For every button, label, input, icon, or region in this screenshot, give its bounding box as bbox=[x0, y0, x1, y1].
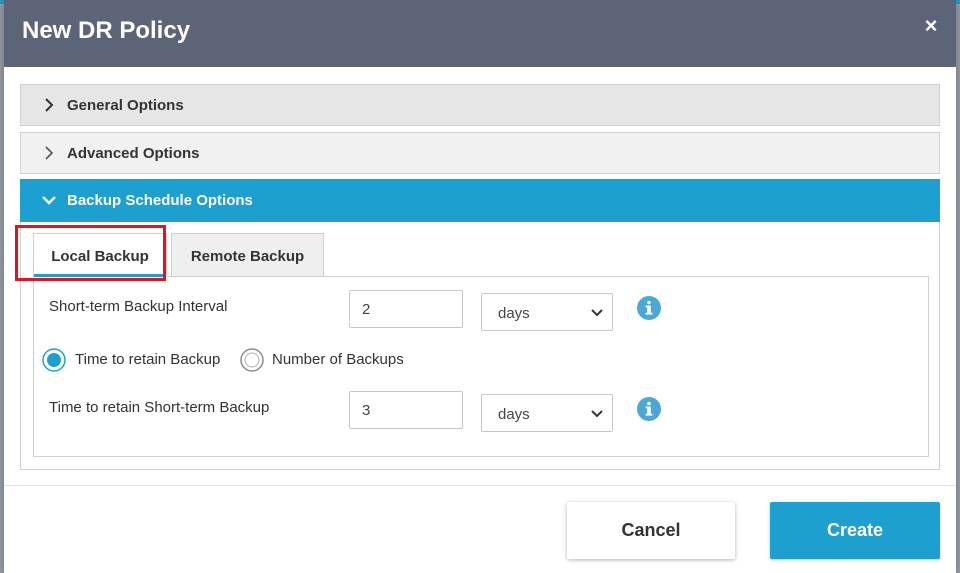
cancel-button[interactable]: Cancel bbox=[567, 502, 735, 559]
short-term-backup-interval-label: Short-term Backup Interval bbox=[49, 298, 228, 315]
panel-header-backup-schedule-options[interactable]: Backup Schedule Options bbox=[20, 179, 940, 222]
time-to-retain-unit-select[interactable]: days bbox=[481, 394, 613, 432]
time-to-retain-short-term-backup-label: Time to retain Short-term Backup bbox=[49, 399, 270, 416]
tab-local-backup[interactable]: Local Backup bbox=[33, 233, 167, 277]
chevron-right-icon bbox=[45, 98, 54, 112]
info-icon[interactable] bbox=[637, 296, 661, 320]
create-button[interactable]: Create bbox=[770, 502, 940, 559]
dialog-header: New DR Policy × bbox=[4, 0, 956, 67]
backup-schedule-panel-body: Local Backup Remote Backup Short-term Ba… bbox=[15, 222, 940, 470]
panel-header-general-options[interactable]: General Options bbox=[20, 84, 940, 126]
time-to-retain-short-term-backup-input[interactable] bbox=[349, 391, 463, 429]
panel-header-advanced-options[interactable]: Advanced Options bbox=[20, 132, 940, 174]
chevron-right-icon bbox=[45, 146, 54, 160]
active-tab-indicator bbox=[34, 274, 166, 277]
tab-remote-backup[interactable]: Remote Backup bbox=[171, 233, 324, 277]
short-term-backup-interval-input[interactable] bbox=[349, 290, 463, 328]
footer-divider bbox=[4, 485, 956, 486]
radio-label-time-to-retain-backup[interactable]: Time to retain Backup bbox=[75, 351, 220, 368]
retain-unit-value: days bbox=[498, 406, 530, 423]
radio-time-to-retain-backup[interactable] bbox=[42, 348, 66, 372]
tab-label-local-backup: Local Backup bbox=[51, 248, 149, 265]
chevron-down-icon bbox=[591, 410, 603, 418]
info-icon[interactable] bbox=[637, 397, 661, 421]
dialog-title: New DR Policy bbox=[22, 17, 191, 44]
interval-unit-value: days bbox=[498, 305, 530, 322]
panel-label-advanced-options: Advanced Options bbox=[67, 145, 200, 162]
panel-label-general-options: General Options bbox=[67, 97, 184, 114]
local-backup-tab-content: Short-term Backup Interval days Time bbox=[33, 276, 929, 457]
panel-label-backup-schedule-options: Backup Schedule Options bbox=[67, 192, 253, 209]
chevron-down-icon bbox=[42, 196, 56, 205]
radio-number-of-backups[interactable] bbox=[240, 348, 264, 372]
chevron-down-icon bbox=[591, 309, 603, 317]
radio-label-number-of-backups[interactable]: Number of Backups bbox=[272, 351, 404, 368]
short-term-backup-interval-unit-select[interactable]: days bbox=[481, 293, 613, 331]
close-button[interactable]: × bbox=[920, 13, 942, 39]
tab-label-remote-backup: Remote Backup bbox=[190, 248, 305, 265]
close-icon: × bbox=[924, 13, 938, 38]
new-dr-policy-dialog: New DR Policy × General Options Advanced… bbox=[4, 0, 956, 573]
